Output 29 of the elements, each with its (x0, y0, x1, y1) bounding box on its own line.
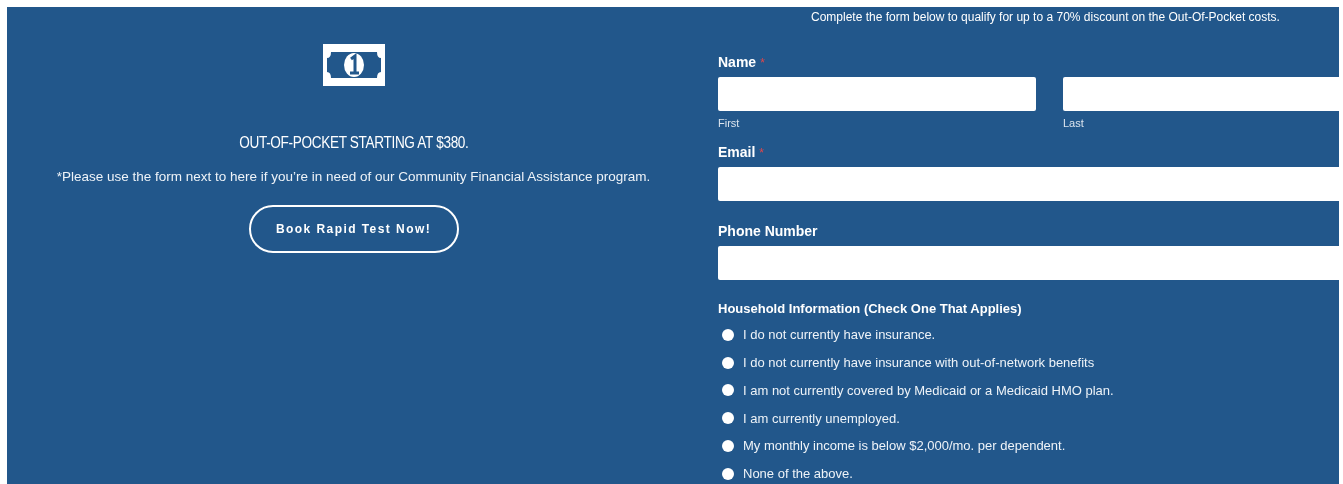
required-mark: * (760, 55, 765, 72)
option-label: I am not currently covered by Medicaid or a Medicaid HMO plan. (743, 381, 1114, 400)
option-label: I do not currently have insurance. (743, 326, 936, 345)
radio-button[interactable] (722, 467, 734, 480)
field-sublabel: First (718, 116, 741, 131)
phone-field[interactable] (718, 245, 1339, 280)
first-name-field[interactable] (718, 77, 1036, 111)
book-test-button[interactable]: Book Rapid Test Now! (248, 205, 459, 254)
last-name-field[interactable] (1063, 77, 1339, 111)
option-label: I do not currently have insurance with out-of-network benefits (743, 353, 1095, 372)
discount-notice: Complete the form below to qualify for up to a 70% discount on the Out-Of-Pocket costs. (810, 9, 1281, 26)
email-field[interactable] (718, 166, 1339, 201)
required-mark: * (759, 144, 765, 162)
field-sublabel: Last (1063, 116, 1085, 131)
radio-button[interactable] (722, 356, 734, 369)
option-label: None of the above. (743, 465, 853, 484)
radio-button[interactable] (722, 328, 734, 341)
field-label: Household Information (Check One That Applies) (718, 299, 1023, 318)
field-label: Email (718, 142, 756, 162)
option-label: My monthly income is below $2,000/mo. per dependent. (743, 437, 1066, 456)
radio-button[interactable] (722, 412, 734, 425)
field-label: Phone Number (718, 221, 818, 241)
price-heading: OUT-OF-POCKET STARTING AT $380. (238, 133, 469, 153)
radio-button[interactable] (722, 384, 734, 397)
banknote-icon (322, 44, 385, 86)
option-label: I am currently unemployed. (743, 409, 900, 428)
field-label: Name (718, 53, 757, 72)
radio-button[interactable] (722, 440, 734, 453)
assistance-note: *Please use the form next to here if you’re in need of our Community Financial Assistance program. (56, 168, 651, 186)
